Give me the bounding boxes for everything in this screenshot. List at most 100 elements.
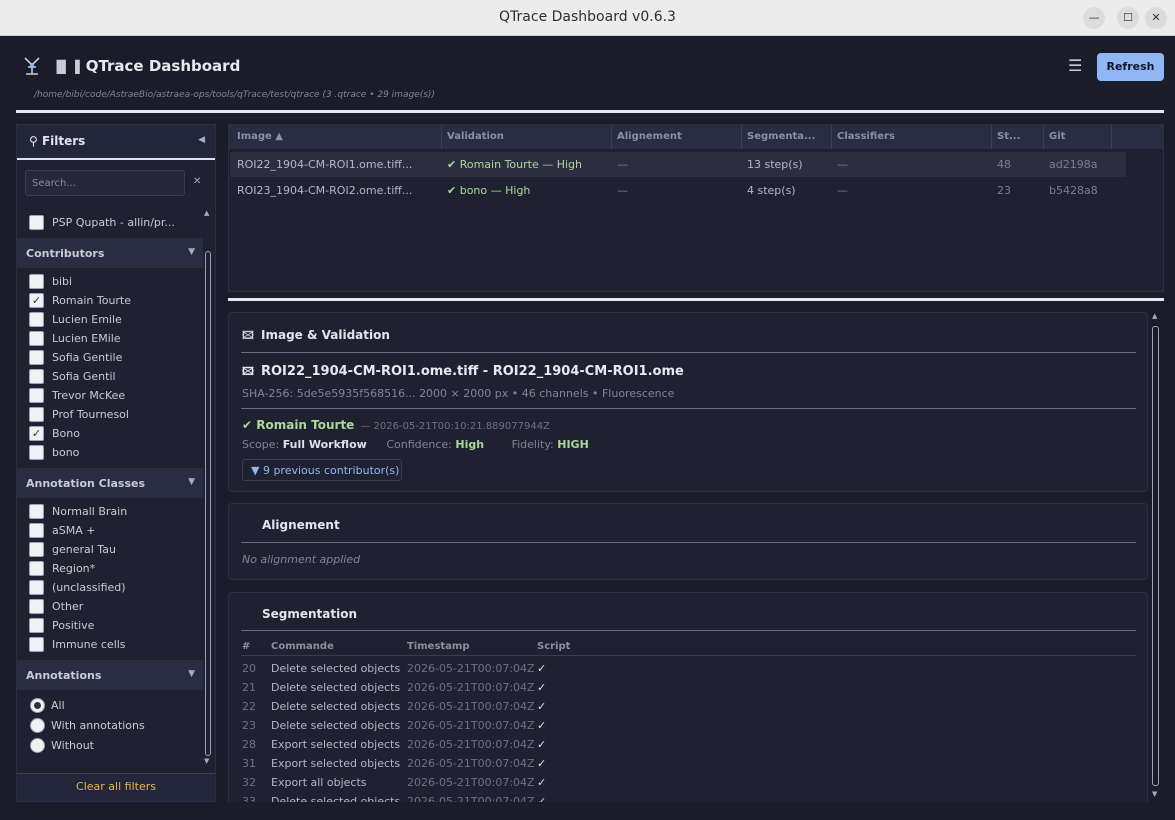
radio-button[interactable] (30, 718, 45, 733)
checkbox[interactable] (29, 407, 44, 422)
contributors-section-header[interactable]: Contributors ▼ (17, 238, 203, 268)
segmentation-row[interactable]: 22 Delete selected objects 2026-05-21T00:0… (229, 697, 1129, 716)
clear-search-icon[interactable]: ✕ (193, 176, 201, 187)
segmentation-cell-ts: 2026-05-21T00:07:04Z (407, 738, 535, 751)
annotation-class-filter-item[interactable]: Positive (17, 616, 203, 635)
column-header-alignement[interactable]: Alignement (617, 131, 682, 142)
checkbox[interactable] (29, 580, 44, 595)
maximize-icon[interactable]: ☐ (1117, 7, 1139, 29)
segmentation-row[interactable]: 32 Export all objects 2026-05-21T00:07:04Z… (229, 773, 1129, 792)
annotation-class-filter-item[interactable]: Region* (17, 559, 203, 578)
close-icon[interactable]: ✕ (1145, 7, 1167, 29)
column-header-git[interactable]: Git (1049, 131, 1065, 142)
image-metadata: SHA-256: 5de5e5935f568516... 2000 × 2000… (242, 387, 675, 400)
contributor-filter-item[interactable]: ✓ Romain Tourte (17, 291, 203, 310)
checkbox-checked[interactable]: ✓ (29, 426, 44, 441)
card-divider (241, 630, 1136, 631)
sidebar-scrollbar[interactable]: ▲ ▼ (203, 209, 213, 769)
annotation-class-filter-item[interactable]: Immune cells (17, 635, 203, 654)
segmentation-row[interactable]: 23 Delete selected objects 2026-05-21T00:0… (229, 716, 1129, 735)
refresh-button[interactable]: Refresh (1097, 53, 1164, 81)
scroll-up-icon[interactable]: ▲ (1152, 312, 1157, 320)
annotations-radio-option[interactable]: With annotations (17, 716, 203, 736)
checkbox-label: Bono (52, 427, 80, 440)
checkbox[interactable] (29, 331, 44, 346)
checkbox[interactable] (29, 637, 44, 652)
contributor-filter-item[interactable]: Sofia Gentile (17, 348, 203, 367)
annotation-class-filter-item[interactable]: Normall Brain (17, 502, 203, 521)
checkbox[interactable] (29, 599, 44, 614)
filter-top-item[interactable]: PSP Qupath - allin/pr... (17, 213, 203, 232)
checkbox-label: Lucien Emile (52, 313, 122, 326)
column-header-validation[interactable]: Validation (447, 131, 504, 142)
segmentation-cell-n: 32 (242, 776, 256, 789)
segmentation-row[interactable]: 33 Delete selected objects 2026-05-21T00:0… (229, 792, 1129, 802)
annotations-radio-option[interactable]: Without (17, 736, 203, 756)
scroll-down-icon[interactable]: ▼ (204, 757, 209, 765)
contributor-filter-item[interactable]: Sofia Gentil (17, 367, 203, 386)
checkbox[interactable] (29, 369, 44, 384)
contributor-filter-item[interactable]: Trevor McKee (17, 386, 203, 405)
detail-panel: 🖾 Image & Validation 🖾 ROI22_1904-CM-ROI1.… (228, 312, 1164, 802)
annotation-class-filter-item[interactable]: (unclassified) (17, 578, 203, 597)
annotation-class-filter-item[interactable]: aSMA + (17, 521, 203, 540)
checkbox[interactable] (29, 561, 44, 576)
checkbox[interactable] (29, 445, 44, 460)
segmentation-row[interactable]: 28 Export selected objects 2026-05-21T00:0… (229, 735, 1129, 754)
cell-git: b5428a8 (1049, 184, 1098, 197)
menu-icon[interactable]: ☰ (1068, 56, 1082, 75)
contributor-filter-item[interactable]: Prof Tournesol (17, 405, 203, 424)
column-divider (741, 125, 742, 149)
annotation-classes-section-header[interactable]: Annotation Classes ▼ (17, 468, 203, 498)
segmentation-row[interactable]: 21 Delete selected objects 2026-05-21T00:0… (229, 678, 1129, 697)
scrollbar-thumb[interactable] (1152, 326, 1159, 786)
radio-button[interactable] (30, 698, 45, 713)
checkbox[interactable] (29, 504, 44, 519)
checkbox[interactable] (29, 618, 44, 633)
column-header-image[interactable]: Image ▲ (237, 131, 283, 142)
column-header-classifiers[interactable]: Classifiers (837, 131, 895, 142)
contributor-filter-item[interactable]: bibi (17, 272, 203, 291)
table-row[interactable]: ROI23_1904-CM-ROI2.ome.tiff... ✔ bono — … (230, 178, 1126, 203)
annotations-section-header[interactable]: Annotations ▼ (17, 660, 203, 690)
minimize-icon[interactable]: — (1083, 7, 1105, 29)
column-header-steps[interactable]: St... (997, 131, 1020, 142)
annotations-radio-option[interactable]: All (17, 696, 203, 716)
column-header-segmentation[interactable]: Segmenta... (747, 131, 815, 142)
checkbox-label: Prof Tournesol (52, 408, 129, 421)
contributor-filter-item[interactable]: ✓ Bono (17, 424, 203, 443)
detail-scrollbar[interactable]: ▲ ▼ (1150, 312, 1161, 802)
checkbox[interactable] (29, 388, 44, 403)
checkbox-checked[interactable]: ✓ (29, 293, 44, 308)
contributor-filter-item[interactable]: bono (17, 443, 203, 462)
checkbox[interactable] (29, 350, 44, 365)
previous-contributors-button[interactable]: ▼ 9 previous contributor(s) (242, 459, 402, 481)
scroll-up-icon[interactable]: ▲ (204, 209, 209, 217)
radio-button[interactable] (30, 738, 45, 753)
table-row[interactable]: ROI22_1904-CM-ROI1.ome.tiff... ✔ Romain … (230, 152, 1126, 177)
checkbox[interactable] (29, 312, 44, 327)
no-alignment-text: No alignment applied (242, 553, 361, 566)
collapse-sidebar-icon[interactable]: ◀ (198, 135, 205, 145)
segmentation-row[interactable]: 31 Export selected objects 2026-05-21T00:0… (229, 754, 1129, 773)
clear-filters-button[interactable]: Clear all filters (17, 773, 215, 801)
chevron-down-icon: ▼ (188, 477, 195, 487)
cell-alignement: — (617, 158, 628, 171)
segmentation-cell-script: ✓ (537, 681, 547, 694)
checkbox[interactable] (29, 274, 44, 289)
contributor-filter-item[interactable]: Lucien Emile (17, 310, 203, 329)
validator: ✔ Romain Tourte — 2026-05-21T00:10:21.889… (242, 418, 550, 432)
scroll-down-icon[interactable]: ▼ (1152, 790, 1157, 798)
segmentation-row[interactable]: 20 Delete selected objects 2026-05-21T00:0… (229, 659, 1129, 678)
card-title: Segmentation (262, 607, 358, 621)
radio-label: Without (51, 739, 94, 752)
filter-search-input[interactable]: Search... (25, 170, 185, 196)
checkbox[interactable] (29, 542, 44, 557)
cell-steps: 48 (997, 158, 1011, 171)
annotation-class-filter-item[interactable]: general Tau (17, 540, 203, 559)
scrollbar-thumb[interactable] (205, 251, 211, 756)
checkbox[interactable] (29, 215, 44, 230)
annotation-class-filter-item[interactable]: Other (17, 597, 203, 616)
contributor-filter-item[interactable]: Lucien EMile (17, 329, 203, 348)
checkbox[interactable] (29, 523, 44, 538)
